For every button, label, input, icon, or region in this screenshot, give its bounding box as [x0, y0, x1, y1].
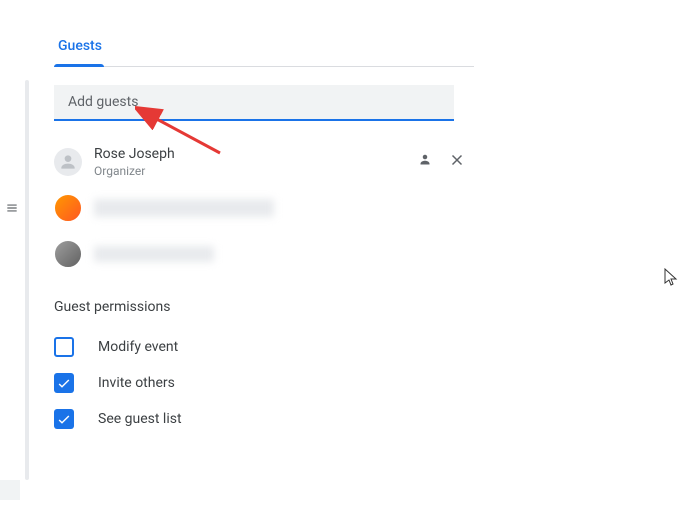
- perm-row-modify: Modify event: [54, 329, 474, 365]
- guest-actions: [416, 151, 466, 173]
- tab-header: Guests: [54, 30, 474, 67]
- remove-guest-icon[interactable]: [448, 151, 466, 173]
- avatar: [54, 240, 82, 268]
- guest-info: Rose Joseph Organizer: [94, 145, 175, 179]
- guest-row-redacted-1[interactable]: [54, 185, 474, 231]
- guest-role: Organizer: [94, 163, 175, 179]
- perm-label-seelist: See guest list: [98, 411, 182, 427]
- cursor-icon: [664, 268, 680, 288]
- avatar: [54, 194, 82, 222]
- add-guests-placeholder: Add guests: [68, 94, 138, 110]
- avatar: [54, 148, 82, 176]
- guest-row-organizer[interactable]: Rose Joseph Organizer: [54, 139, 474, 185]
- left-rail: [25, 80, 29, 480]
- perm-row-seelist: See guest list: [54, 401, 474, 437]
- perm-checkbox-seelist[interactable]: [54, 409, 74, 429]
- redacted-email: [94, 246, 214, 262]
- left-rail-icon: [5, 200, 19, 214]
- guests-panel: Guests Add guests Rose Joseph Organizer: [54, 30, 474, 437]
- guest-list: Rose Joseph Organizer: [54, 139, 474, 277]
- tab-guests[interactable]: Guests: [54, 30, 112, 66]
- permissions-title: Guest permissions: [54, 299, 474, 315]
- redacted-email: [94, 199, 274, 217]
- perm-label-invite: Invite others: [98, 375, 175, 391]
- make-optional-icon[interactable]: [416, 151, 434, 173]
- add-guests-input[interactable]: Add guests: [54, 85, 454, 121]
- permissions-section: Guest permissions Modify event Invite ot…: [54, 299, 474, 437]
- guest-info: [94, 246, 214, 262]
- guest-info: [94, 199, 274, 217]
- guest-name: Rose Joseph: [94, 145, 175, 163]
- left-box: [0, 480, 20, 500]
- perm-row-invite: Invite others: [54, 365, 474, 401]
- perm-label-modify: Modify event: [98, 339, 178, 355]
- guest-row-redacted-2[interactable]: [54, 231, 474, 277]
- perm-checkbox-invite[interactable]: [54, 373, 74, 393]
- perm-checkbox-modify[interactable]: [54, 337, 74, 357]
